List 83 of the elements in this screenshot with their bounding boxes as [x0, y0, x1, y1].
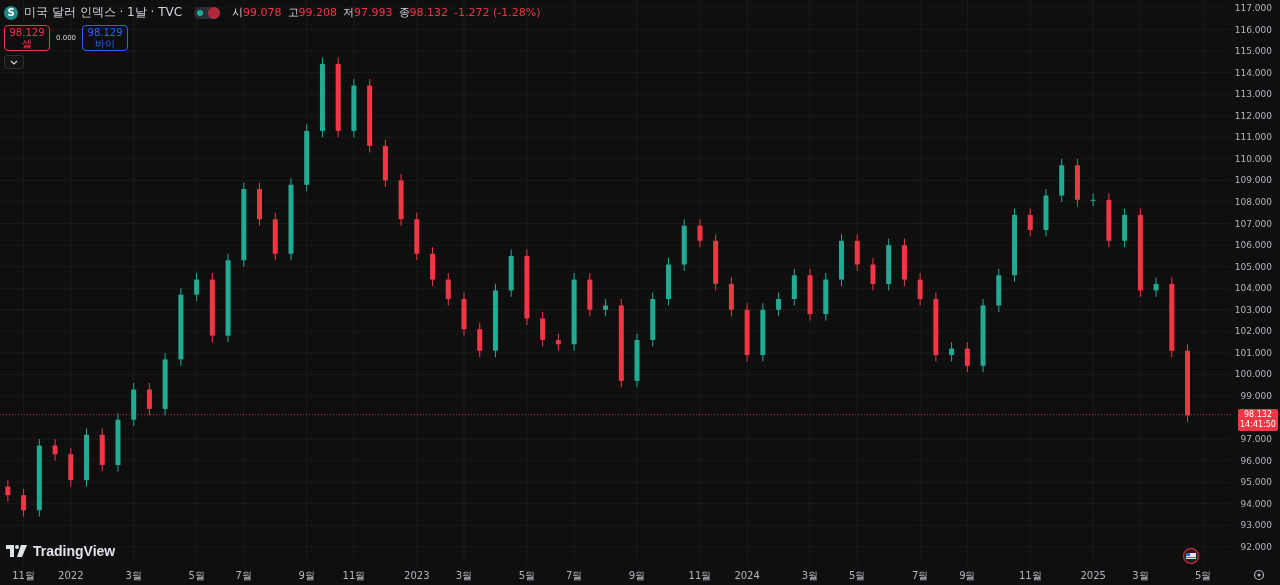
settings-icon[interactable] — [1253, 569, 1265, 581]
price-change: -1.272 (-1.28%) — [454, 6, 541, 19]
candlestick — [445, 272, 451, 306]
candlestick — [776, 292, 782, 317]
time-axis-label: 2023 — [404, 570, 430, 581]
time-axis-label: 11월 — [1018, 570, 1042, 581]
time-axis-label: 11월 — [688, 570, 712, 581]
price-axis-label: 92.000 — [1240, 541, 1272, 552]
ohlc-value: 저97.993 — [343, 5, 393, 20]
candlestick — [5, 479, 11, 503]
candlestick — [949, 341, 955, 363]
price-axis-label: 113.000 — [1234, 89, 1272, 100]
symbol-title: 미국 달러 인덱스 · 1날 · TVC — [24, 4, 183, 21]
chevron-down-icon — [10, 59, 18, 65]
price-axis-label: 116.000 — [1234, 24, 1272, 35]
time-axis-label: 11월 — [12, 570, 35, 581]
candlestick — [540, 311, 546, 347]
time-axis-label: 9월 — [959, 570, 976, 581]
price-axis-label: 106.000 — [1234, 240, 1272, 251]
price-axis-label: 104.000 — [1234, 283, 1272, 294]
price-axis-label: 117.000 — [1234, 3, 1272, 13]
price-axis-label: 110.000 — [1234, 153, 1272, 164]
time-axis-label: 7월 — [911, 570, 929, 581]
candlestick — [52, 438, 58, 462]
candlestick — [964, 341, 970, 373]
flag-icon[interactable] — [1182, 548, 1200, 564]
price-axis-label: 111.000 — [1234, 132, 1272, 143]
candlestick — [1153, 276, 1159, 298]
candlestick — [1090, 192, 1096, 207]
price-axis-label: 97.000 — [1240, 434, 1272, 445]
price-axis-label: 108.000 — [1234, 197, 1272, 207]
symbol-icon: S — [4, 5, 18, 20]
candlestick — [194, 272, 200, 302]
price-axis-label: 103.000 — [1234, 304, 1272, 315]
candlestick — [917, 272, 923, 306]
collapse-button[interactable] — [4, 55, 24, 69]
price-axis-label: 115.000 — [1234, 46, 1272, 57]
candlestick — [477, 322, 483, 358]
ohlc-value: 고99.208 — [287, 5, 338, 20]
candlestick — [146, 382, 152, 416]
price-axis-label: 107.000 — [1234, 218, 1272, 229]
time-axis-label: 2024 — [734, 570, 760, 581]
time-axis-label: 3월 — [801, 570, 819, 581]
price-axis-label: 105.000 — [1234, 261, 1272, 272]
time-axis-label: 5월 — [518, 570, 536, 581]
brand-name: TradingView — [33, 543, 116, 559]
price-axis-label: 99.000 — [1240, 391, 1272, 401]
time-axis-label: 11월 — [342, 570, 366, 581]
sell-button[interactable]: 98.129 셀 — [4, 25, 50, 51]
price-axis-label: 102.000 — [1234, 326, 1272, 337]
price-axis-label: 101.000 — [1234, 347, 1272, 358]
price-axis-label: 93.000 — [1240, 520, 1272, 531]
time-axis-label: 5월 — [849, 570, 866, 581]
candlestick — [21, 488, 27, 518]
time-axis-label: 2022 — [58, 570, 84, 581]
time-axis-label: 5월 — [188, 570, 205, 581]
time-axis-label: 3월 — [1132, 570, 1149, 581]
time-axis-label: 2025 — [1080, 570, 1106, 581]
market-status-icon[interactable] — [194, 6, 221, 19]
price-axis-label: 114.000 — [1234, 67, 1272, 78]
time-axis-label: 7월 — [565, 570, 583, 581]
candlestick — [791, 268, 797, 306]
time-axis-label: 7월 — [235, 570, 252, 581]
time-axis-label: 9월 — [298, 570, 315, 581]
price-axis-label: 95.000 — [1240, 477, 1272, 488]
price-axis-label: 112.000 — [1234, 110, 1272, 121]
ohlc-value: 종98.132 — [398, 5, 449, 20]
time-axis-label: 9월 — [628, 570, 646, 581]
candlestick — [854, 233, 860, 272]
price-axis-label: 94.000 — [1240, 498, 1272, 509]
candlestick — [1027, 207, 1033, 237]
last-price-badge: 98.132 14:41:50 — [1238, 409, 1278, 431]
logo-icon — [6, 545, 28, 557]
ohlc-value: 시99.078 — [232, 5, 282, 20]
time-axis-label: 5월 — [1195, 570, 1212, 581]
buy-button[interactable]: 98.129 바이 — [82, 25, 129, 51]
candlestick — [697, 218, 703, 248]
price-axis-label: 109.000 — [1234, 175, 1272, 186]
time-axis-label: 3월 — [455, 570, 473, 581]
time-axis-label: 3월 — [125, 570, 142, 581]
candlestick — [870, 257, 876, 291]
price-axis-label: 100.000 — [1234, 369, 1272, 380]
price-axis-label: 96.000 — [1240, 455, 1272, 466]
